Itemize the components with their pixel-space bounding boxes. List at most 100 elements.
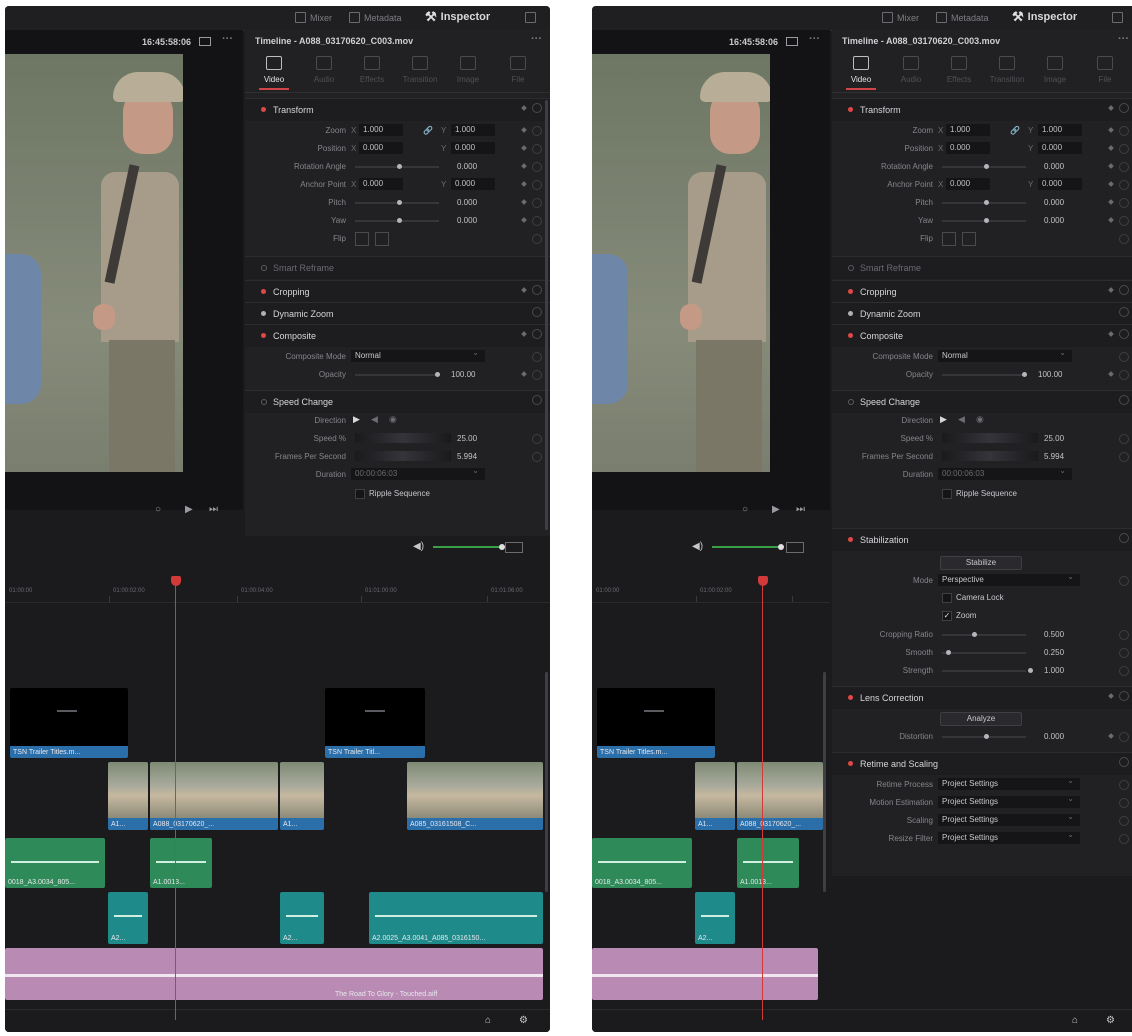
anchor-y-field[interactable]: 0.000 [451, 178, 495, 190]
panel-toggle[interactable] [525, 12, 536, 23]
panel-toggle[interactable] [1112, 12, 1123, 23]
keyframe-icon[interactable] [521, 217, 527, 223]
composite-toggle[interactable] [261, 333, 266, 338]
timeline-ruler[interactable]: 01:00:00 01:00:02:00 [592, 584, 830, 603]
home-icon[interactable]: ⌂ [485, 1015, 491, 1026]
keyframe-icon[interactable] [521, 371, 527, 377]
zoom-x-field[interactable]: 1.000 [946, 124, 990, 136]
speed-change-toggle[interactable] [848, 399, 854, 405]
keyframe-icon[interactable] [1108, 217, 1114, 223]
playhead-handle[interactable] [758, 576, 768, 586]
reset-icon[interactable] [532, 352, 542, 362]
keyframe-icon[interactable] [1108, 371, 1114, 377]
video-clip[interactable]: A1... [108, 762, 148, 830]
timeline-ruler[interactable]: 01:00:00 01:00:02:00 01:00:04:00 01:01:00:… [5, 584, 550, 603]
strength-slider[interactable] [942, 668, 1033, 673]
audio-clip[interactable]: 0018_A3.0034_805... [592, 838, 692, 888]
keyframe-icon[interactable] [1108, 693, 1114, 699]
dynamic-zoom-section[interactable]: Dynamic Zoom [245, 302, 550, 325]
position-y-field[interactable]: 0.000 [451, 142, 495, 154]
home-icon[interactable]: ⌂ [1072, 1015, 1078, 1026]
reset-icon[interactable] [532, 126, 542, 136]
reset-icon[interactable] [1119, 452, 1129, 462]
settings-icon[interactable]: ⚙ [1106, 1015, 1115, 1026]
title-clip[interactable]: TSN Trailer Titles.m... [597, 688, 715, 758]
transform-enable-toggle[interactable] [848, 107, 853, 112]
reset-icon[interactable] [532, 285, 542, 295]
ripple-checkbox[interactable] [942, 489, 952, 499]
reset-icon[interactable] [532, 162, 542, 172]
speed-change-section[interactable]: Speed Change [245, 390, 550, 413]
tab-file[interactable]: File [495, 56, 541, 84]
rotation-slider[interactable] [355, 164, 439, 169]
music-clip[interactable]: The Road To Glory - Touched.aiff [5, 948, 543, 1000]
playhead[interactable] [175, 580, 176, 1020]
transform-section-header[interactable]: Transform [832, 98, 1132, 121]
keyframe-icon[interactable] [1108, 287, 1114, 293]
mixer-tab[interactable]: Mixer [882, 12, 919, 23]
meter-icon[interactable] [505, 542, 523, 553]
dynamic-zoom-section[interactable]: Dynamic Zoom [832, 302, 1132, 325]
resize-filter-dropdown[interactable]: Project Settings [938, 829, 1080, 844]
tab-video[interactable]: Video [838, 56, 884, 90]
viewer-layout-icon[interactable] [199, 37, 211, 46]
tab-image[interactable]: Image [1032, 56, 1078, 84]
speed-change-section[interactable]: Speed Change [832, 390, 1132, 413]
forward-icon[interactable]: ▶ [940, 414, 947, 425]
tab-image[interactable]: Image [445, 56, 491, 84]
reset-icon[interactable] [1119, 329, 1129, 339]
audio-clip[interactable]: A2... [108, 892, 148, 944]
video-clip[interactable]: A085_03161508_C... [407, 762, 543, 830]
flip-horizontal-icon[interactable] [942, 232, 956, 246]
motion-estimation-dropdown[interactable]: Project Settings [938, 793, 1080, 808]
reset-icon[interactable] [532, 103, 542, 113]
cropping-section[interactable]: Cropping [245, 280, 550, 303]
timeline-scrollbar[interactable] [823, 672, 826, 892]
mixer-tab[interactable]: Mixer [295, 12, 332, 23]
reset-icon[interactable] [1119, 798, 1129, 808]
zoom-checkbox[interactable]: ✓ [942, 611, 952, 621]
duration-field[interactable]: 00:00:06:03 [938, 465, 1072, 480]
keyframe-icon[interactable] [521, 145, 527, 151]
stabilization-toggle[interactable] [848, 537, 853, 542]
smart-reframe-section[interactable]: Smart Reframe [832, 256, 1132, 279]
composite-section[interactable]: Composite [832, 324, 1132, 347]
smart-reframe-toggle[interactable] [261, 265, 267, 271]
keyframe-icon[interactable] [1108, 105, 1114, 111]
inspector-options-icon[interactable]: ··· [1118, 33, 1129, 45]
viewer-options-icon[interactable]: ··· [222, 33, 233, 45]
link-icon[interactable]: 🔗 [1010, 126, 1020, 135]
audio-clip[interactable]: 0018_A3.0034_805... [5, 838, 105, 888]
reset-icon[interactable] [1119, 198, 1129, 208]
tab-video[interactable]: Video [251, 56, 297, 90]
reset-icon[interactable] [1119, 234, 1129, 244]
keyframe-icon[interactable] [1108, 127, 1114, 133]
reset-icon[interactable] [1119, 666, 1129, 676]
reset-icon[interactable] [532, 216, 542, 226]
forward-icon[interactable]: ▶ [353, 414, 360, 425]
reset-icon[interactable] [532, 144, 542, 154]
reset-icon[interactable] [1119, 216, 1129, 226]
freeze-icon[interactable]: ◉ [976, 414, 984, 425]
tab-audio[interactable]: Audio [301, 56, 347, 84]
speaker-icon[interactable]: ◀) [692, 541, 703, 552]
lens-correction-toggle[interactable] [848, 695, 853, 700]
video-clip[interactable]: A1... [280, 762, 324, 830]
reset-icon[interactable] [1119, 834, 1129, 844]
zoom-y-field[interactable]: 1.000 [451, 124, 495, 136]
cropping-ratio-slider[interactable] [942, 632, 1026, 637]
reset-icon[interactable] [532, 329, 542, 339]
playhead[interactable] [762, 580, 763, 1020]
loop-icon[interactable]: ○ [742, 504, 748, 515]
composite-section[interactable]: Composite [245, 324, 550, 347]
reset-icon[interactable] [1119, 434, 1129, 444]
speed-change-toggle[interactable] [261, 399, 267, 405]
cropping-toggle[interactable] [848, 289, 853, 294]
next-frame-icon[interactable]: ⏭ [796, 504, 805, 515]
reset-icon[interactable] [532, 370, 542, 380]
reset-icon[interactable] [532, 180, 542, 190]
keyframe-icon[interactable] [1108, 163, 1114, 169]
playhead-handle[interactable] [171, 576, 181, 586]
reset-icon[interactable] [1119, 816, 1129, 826]
position-y-field[interactable]: 0.000 [1038, 142, 1082, 154]
